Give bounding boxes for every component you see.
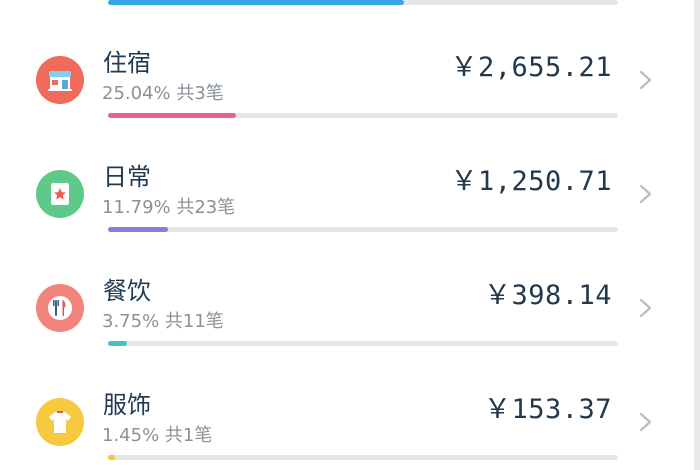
- chevron-right-icon[interactable]: [635, 184, 655, 204]
- list-item-daily[interactable]: 日常 11.79% 共23笔 ￥1,250.71: [0, 126, 694, 240]
- category-progress-fill: [108, 455, 116, 460]
- list-item-apparel[interactable]: 服饰 1.45% 共1笔 ￥153.37: [0, 354, 694, 468]
- list-item-lodging[interactable]: 住宿 25.04% 共3笔 ￥2,655.21: [0, 12, 694, 126]
- category-progress-track: [108, 227, 618, 232]
- category-name: 住宿: [103, 49, 151, 77]
- top-progress-fill: [108, 0, 404, 5]
- category-stats: 25.04% 共3笔: [102, 83, 224, 104]
- card-star-icon: [36, 170, 84, 218]
- chevron-right-icon[interactable]: [635, 412, 655, 432]
- category-stats: 11.79% 共23笔: [102, 197, 236, 218]
- top-progress-track: [108, 0, 618, 5]
- category-amount: ￥398.14: [483, 280, 612, 311]
- category-amount: ￥153.37: [483, 394, 612, 425]
- category-progress-track: [108, 113, 618, 118]
- category-name: 日常: [103, 163, 151, 191]
- category-progress-fill: [108, 341, 128, 346]
- category-name: 服饰: [103, 391, 151, 419]
- category-stats: 1.45% 共1笔: [102, 425, 213, 446]
- category-progress-track: [108, 455, 618, 460]
- chevron-right-icon[interactable]: [635, 298, 655, 318]
- category-amount: ￥1,250.71: [450, 166, 612, 197]
- scrollbar-track[interactable]: [694, 0, 700, 470]
- category-stats: 3.75% 共11笔: [102, 311, 224, 332]
- category-name: 餐饮: [103, 277, 151, 305]
- category-amount: ￥2,655.21: [450, 52, 612, 83]
- category-progress-fill: [108, 113, 236, 118]
- category-progress-track: [108, 341, 618, 346]
- list-item-dining[interactable]: 餐饮 3.75% 共11笔 ￥398.14: [0, 240, 694, 354]
- chevron-right-icon[interactable]: [635, 70, 655, 90]
- shirt-icon: [36, 398, 84, 446]
- shop-icon: [36, 56, 84, 104]
- category-progress-fill: [108, 227, 169, 232]
- fork-knife-icon: [36, 284, 84, 332]
